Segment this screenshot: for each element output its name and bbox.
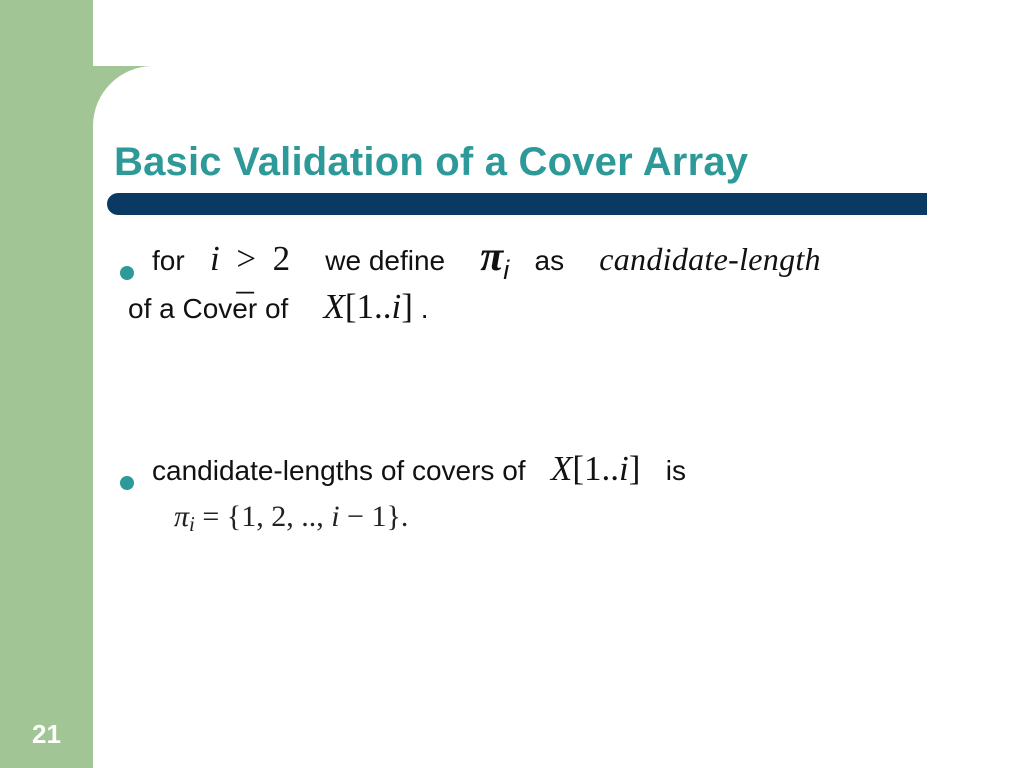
text: we define bbox=[325, 245, 445, 276]
text: . bbox=[421, 293, 429, 324]
bullet-icon bbox=[120, 476, 134, 490]
corner-cover bbox=[93, 0, 153, 66]
math-pi: π bbox=[480, 234, 503, 280]
bullet-2: candidate-lengths of covers of X[1..i] i… bbox=[120, 448, 950, 492]
math-end: − 1}. bbox=[340, 500, 409, 533]
page-number: 21 bbox=[0, 708, 93, 768]
math-i: i bbox=[619, 449, 629, 488]
math-X: X bbox=[551, 449, 572, 488]
math-pi-sub: i bbox=[189, 512, 195, 536]
text: of a Cover of bbox=[128, 293, 288, 324]
text: is bbox=[666, 455, 686, 486]
slide-title: Basic Validation of a Cover Array bbox=[114, 140, 748, 185]
slide: Basic Validation of a Cover Array for i … bbox=[0, 0, 1024, 768]
text: as bbox=[535, 245, 565, 276]
text: candidate-lengths of covers of bbox=[152, 455, 526, 486]
math-2: 2 bbox=[273, 239, 291, 278]
math-candidate-length: candidate-length bbox=[599, 241, 821, 277]
bullet-2-text: candidate-lengths of covers of X[1..i] i… bbox=[152, 448, 686, 492]
math-bracket: ] bbox=[401, 287, 413, 326]
bullet-1: for i ≥hide >_ 2 we define πi as candida… bbox=[120, 236, 950, 282]
math-i: i bbox=[392, 287, 402, 326]
corner-accent bbox=[93, 66, 153, 126]
bullet-icon bbox=[120, 266, 134, 280]
math-bracket: [1.. bbox=[572, 449, 619, 488]
sidebar-accent bbox=[0, 0, 93, 768]
title-rule bbox=[107, 193, 927, 215]
math-bracket: ] bbox=[629, 449, 641, 488]
math-i: i bbox=[331, 500, 339, 533]
math-X: X bbox=[323, 287, 344, 326]
bullet-2-equation: πi = {1, 2, .., i − 1}. bbox=[174, 500, 950, 534]
math-pi-sub: i bbox=[503, 255, 509, 285]
math-ge: >_ bbox=[228, 239, 265, 278]
math-eq: = {1, 2, .., bbox=[195, 500, 331, 533]
text: for bbox=[152, 245, 185, 276]
bullet-1-text: for i ≥hide >_ 2 we define πi as candida… bbox=[152, 236, 821, 282]
math-i: i bbox=[210, 239, 220, 278]
math-pi: π bbox=[174, 500, 189, 533]
math-bracket: [1.. bbox=[345, 287, 392, 326]
content-area: for i ≥hide >_ 2 we define πi as candida… bbox=[120, 236, 950, 534]
